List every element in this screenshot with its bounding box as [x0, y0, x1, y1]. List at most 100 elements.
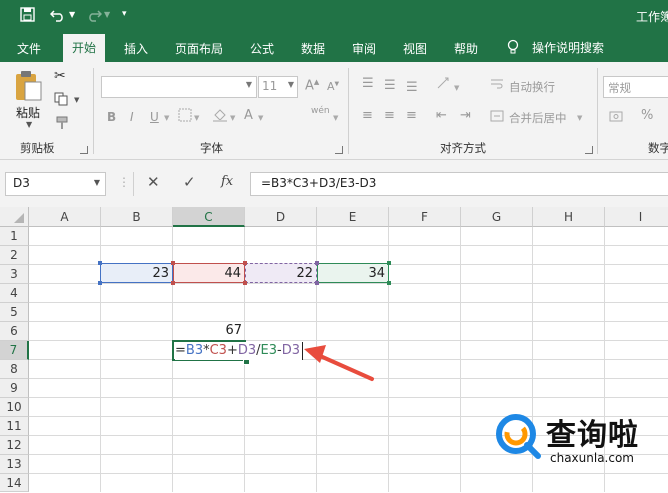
- name-box[interactable]: D3 ▼: [5, 172, 106, 196]
- tab-page-layout[interactable]: 页面布局: [175, 40, 223, 57]
- copy-icon[interactable]: [54, 92, 70, 109]
- row-header-5[interactable]: 5: [0, 303, 29, 322]
- font-size-dropdown-icon[interactable]: ▼: [288, 80, 294, 89]
- column-header-e[interactable]: E: [317, 207, 389, 227]
- merge-dropdown-icon[interactable]: ▼: [577, 114, 582, 122]
- column-header-f[interactable]: F: [389, 207, 461, 227]
- phonetic-dropdown-icon[interactable]: ▼: [333, 114, 338, 122]
- column-header-g[interactable]: G: [461, 207, 533, 227]
- align-bottom-icon[interactable]: ☰: [406, 80, 418, 95]
- merge-center-button[interactable]: 合并后居中: [509, 110, 567, 126]
- fill-color-icon[interactable]: [212, 108, 228, 126]
- column-header-i[interactable]: I: [605, 207, 668, 227]
- save-icon[interactable]: [20, 7, 35, 26]
- merge-center-icon[interactable]: [490, 109, 504, 127]
- shrink-font-icon[interactable]: A▼: [327, 80, 339, 93]
- row-header-9[interactable]: 9: [0, 379, 29, 398]
- align-top-icon[interactable]: ☰: [362, 76, 374, 91]
- orientation-dropdown-icon[interactable]: ▼: [454, 84, 459, 92]
- wrap-text-icon[interactable]: [490, 77, 504, 95]
- range-handle[interactable]: [315, 281, 319, 285]
- range-handle[interactable]: [98, 261, 102, 265]
- range-handle[interactable]: [171, 281, 175, 285]
- tab-formulas[interactable]: 公式: [250, 40, 274, 57]
- grow-font-icon[interactable]: A▲: [305, 78, 319, 93]
- column-header-b[interactable]: B: [101, 207, 173, 227]
- font-name-dropdown-icon[interactable]: ▼: [246, 80, 252, 89]
- row-header-6[interactable]: 6: [0, 322, 29, 341]
- number-format-box[interactable]: 常规: [603, 76, 668, 98]
- select-all-corner[interactable]: [0, 207, 29, 227]
- row-header-13[interactable]: 13: [0, 455, 29, 474]
- paste-dropdown-icon[interactable]: ▼: [26, 120, 32, 129]
- fill-dropdown-icon[interactable]: ▼: [230, 114, 235, 122]
- cell-d3[interactable]: 22: [245, 263, 317, 283]
- align-middle-icon[interactable]: ☰: [384, 78, 396, 93]
- row-header-4[interactable]: 4: [0, 284, 29, 303]
- cut-icon[interactable]: ✂: [54, 68, 66, 84]
- undo-icon[interactable]: [49, 7, 66, 26]
- cancel-icon[interactable]: ✕: [147, 173, 160, 191]
- range-handle[interactable]: [171, 261, 175, 265]
- range-handle[interactable]: [387, 281, 391, 285]
- insert-function-button[interactable]: fx: [221, 174, 233, 189]
- row-header-2[interactable]: 2: [0, 246, 29, 265]
- clipboard-launcher-icon[interactable]: [80, 146, 88, 154]
- paste-label[interactable]: 粘贴: [16, 104, 40, 121]
- paste-icon[interactable]: [14, 70, 44, 105]
- percent-icon[interactable]: %: [641, 108, 653, 123]
- cell-e3[interactable]: 34: [317, 263, 389, 283]
- font-size-box[interactable]: 11 ▼: [258, 76, 298, 98]
- font-launcher-icon[interactable]: [335, 146, 343, 154]
- decrease-indent-icon[interactable]: ⇤: [436, 108, 447, 123]
- border-icon[interactable]: [178, 108, 192, 126]
- cell-c3[interactable]: 44: [173, 263, 245, 283]
- accounting-format-icon[interactable]: [609, 108, 625, 128]
- range-handle[interactable]: [98, 281, 102, 285]
- column-header-h[interactable]: H: [533, 207, 605, 227]
- format-painter-icon[interactable]: [56, 116, 70, 133]
- bold-button[interactable]: B: [107, 110, 116, 124]
- row-header-11[interactable]: 11: [0, 417, 29, 436]
- cell-b3[interactable]: 23: [100, 263, 173, 283]
- font-name-box[interactable]: ▼: [101, 76, 257, 98]
- row-header-12[interactable]: 12: [0, 436, 29, 455]
- enter-icon[interactable]: ✓: [183, 173, 196, 191]
- font-color-button[interactable]: A: [244, 108, 253, 123]
- redo-dropdown-icon[interactable]: ▼: [104, 10, 110, 19]
- align-center-icon[interactable]: ≡: [384, 108, 395, 123]
- formula-input[interactable]: =B3*C3+D3/E3-D3: [250, 172, 668, 196]
- wrap-text-button[interactable]: 自动换行: [509, 79, 555, 95]
- row-header-7[interactable]: 7: [0, 341, 29, 360]
- row-header-8[interactable]: 8: [0, 360, 29, 379]
- redo-icon[interactable]: [86, 7, 103, 26]
- column-header-a[interactable]: A: [29, 207, 101, 227]
- in-cell-formula[interactable]: =B3*C3+D3/E3-D3: [175, 342, 304, 360]
- italic-button[interactable]: I: [130, 110, 134, 124]
- tell-me-search[interactable]: 操作说明搜索: [532, 39, 604, 56]
- row-header-10[interactable]: 10: [0, 398, 29, 417]
- alignment-launcher-icon[interactable]: [585, 146, 593, 154]
- row-header-14[interactable]: 14: [0, 474, 29, 492]
- underline-button[interactable]: U: [150, 110, 159, 124]
- font-color-dropdown-icon[interactable]: ▼: [258, 114, 263, 122]
- range-handle[interactable]: [243, 281, 247, 285]
- range-handle[interactable]: [243, 261, 247, 265]
- border-dropdown-icon[interactable]: ▼: [194, 114, 199, 122]
- cell-c6[interactable]: 67: [173, 321, 245, 340]
- tab-data[interactable]: 数据: [301, 40, 325, 57]
- tab-home[interactable]: 开始: [63, 34, 106, 62]
- tab-help[interactable]: 帮助: [454, 40, 478, 57]
- copy-dropdown-icon[interactable]: ▼: [74, 96, 79, 104]
- underline-dropdown-icon[interactable]: ▼: [164, 114, 169, 122]
- column-header-d[interactable]: D: [245, 207, 317, 227]
- tab-review[interactable]: 审阅: [352, 40, 376, 57]
- orientation-icon[interactable]: [436, 76, 452, 94]
- chevron-down-icon[interactable]: ▾: [122, 9, 127, 19]
- tab-insert[interactable]: 插入: [124, 40, 148, 57]
- undo-dropdown-icon[interactable]: ▼: [69, 10, 75, 19]
- column-header-c[interactable]: C: [173, 207, 245, 227]
- row-header-1[interactable]: 1: [0, 227, 29, 246]
- range-handle[interactable]: [315, 261, 319, 265]
- tab-file[interactable]: 文件: [17, 40, 41, 57]
